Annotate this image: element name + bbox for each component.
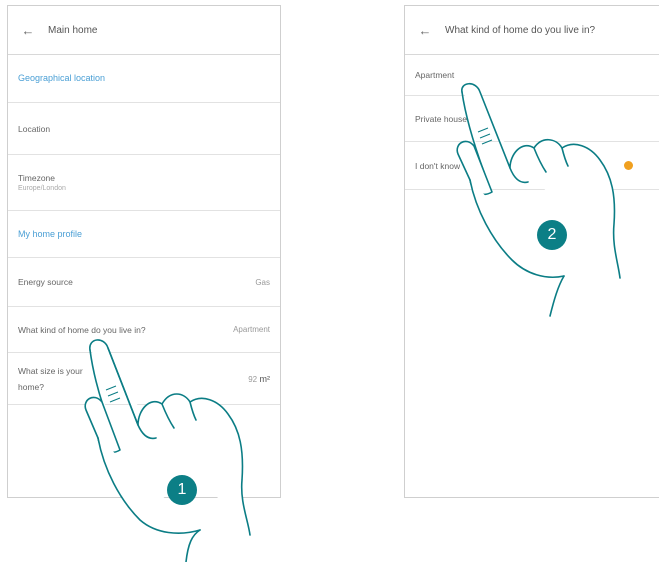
home-size-label-2: home? bbox=[18, 381, 44, 392]
option-dont-know[interactable]: I don't know bbox=[405, 142, 659, 190]
selected-radio-icon bbox=[624, 161, 633, 170]
section-home-profile: My home profile bbox=[8, 211, 280, 258]
step-badge-2: 2 bbox=[537, 220, 567, 250]
energy-value: Gas bbox=[255, 277, 270, 287]
timezone-label: Timezone bbox=[18, 173, 56, 183]
home-kind-options: Apartment Private house I don't know bbox=[405, 54, 659, 190]
row-home-kind[interactable]: What kind of home do you live in? Apartm… bbox=[8, 307, 280, 353]
main-home-screen: ← Main home Geographical location Locati… bbox=[7, 5, 281, 498]
top-bar: ← What kind of home do you live in? bbox=[405, 6, 659, 55]
row-energy-source[interactable]: Energy source Gas bbox=[8, 258, 280, 307]
page-title: What kind of home do you live in? bbox=[445, 24, 596, 36]
option-private-house[interactable]: Private house bbox=[405, 96, 659, 142]
step-badge-1: 1 bbox=[167, 475, 197, 505]
option-apartment[interactable]: Apartment bbox=[405, 54, 659, 96]
timezone-value: Europe/London bbox=[18, 185, 66, 192]
home-size-label-1: What size is your bbox=[18, 365, 83, 376]
section-geographical-location: Geographical location bbox=[8, 54, 280, 103]
home-size-value: 92 bbox=[248, 374, 258, 384]
arrow-left-icon[interactable]: ← bbox=[405, 23, 445, 38]
home-kind-value: Apartment bbox=[233, 325, 270, 334]
settings-list: Geographical location Location Timezone … bbox=[8, 54, 280, 405]
row-home-size[interactable]: What size is your home? 92 m² bbox=[8, 353, 280, 405]
page-title: Main home bbox=[48, 24, 98, 36]
arrow-left-icon[interactable]: ← bbox=[8, 23, 48, 38]
home-kind-screen: ← What kind of home do you live in? Apar… bbox=[404, 5, 659, 498]
row-timezone[interactable]: Timezone Europe/London bbox=[8, 155, 280, 211]
row-location[interactable]: Location bbox=[8, 103, 280, 155]
top-bar: ← Main home bbox=[8, 6, 280, 55]
home-size-unit: m² bbox=[259, 373, 271, 384]
